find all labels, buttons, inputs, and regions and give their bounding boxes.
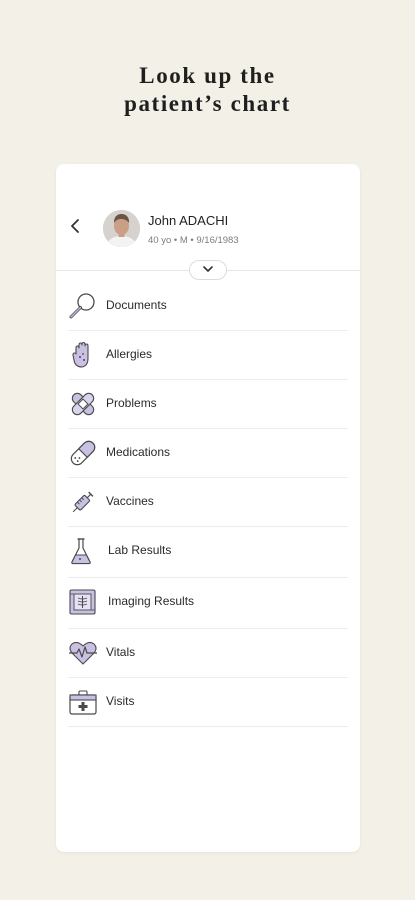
bandages-icon xyxy=(71,392,95,416)
menu-item-label: Vitals xyxy=(106,645,136,659)
menu-item-vitals[interactable]: Vitals xyxy=(68,629,348,678)
medical-case-icon xyxy=(69,690,97,715)
pill-icon xyxy=(70,440,96,466)
syringe-icon xyxy=(72,491,94,513)
patient-header: John ADACHI 40 yo • M • 9/16/1983 xyxy=(56,164,360,271)
menu-item-label: Lab Results xyxy=(108,543,172,557)
menu-item-medications[interactable]: Medications xyxy=(68,429,348,478)
menu-item-vaccines[interactable]: Vaccines xyxy=(68,478,348,527)
patient-info: 40 yo • M • 9/16/1983 xyxy=(148,235,239,246)
menu-item-label: Problems xyxy=(106,396,157,410)
chart-menu: Documents Allergies Problems Medications… xyxy=(68,282,348,727)
magnifier-icon xyxy=(69,293,95,319)
patient-name: John ADACHI xyxy=(148,213,229,228)
film-icon xyxy=(69,589,96,615)
menu-item-allergies[interactable]: Allergies xyxy=(68,331,348,380)
menu-item-label: Medications xyxy=(106,445,171,459)
menu-item-label: Documents xyxy=(106,298,167,312)
menu-item-visits[interactable]: Visits xyxy=(68,678,348,727)
flask-icon xyxy=(71,538,91,565)
heartbeat-icon xyxy=(69,641,97,665)
headline-line-2: patient’s chart xyxy=(124,91,291,116)
menu-item-label: Visits xyxy=(106,694,135,708)
menu-item-label: Vaccines xyxy=(106,494,154,508)
headline: Look up the patient’s chart xyxy=(0,62,415,118)
menu-item-imaging-results[interactable]: Imaging Results xyxy=(68,578,348,629)
back-arrow-icon[interactable] xyxy=(68,218,84,234)
menu-item-documents[interactable]: Documents xyxy=(68,282,348,331)
chevron-down-icon xyxy=(203,266,213,272)
avatar xyxy=(103,210,140,247)
headline-line-1: Look up the xyxy=(139,63,276,88)
expand-header-button[interactable] xyxy=(189,260,227,280)
menu-item-label: Imaging Results xyxy=(108,594,195,608)
hand-icon xyxy=(72,341,89,368)
menu-item-lab-results[interactable]: Lab Results xyxy=(68,527,348,578)
menu-item-label: Allergies xyxy=(106,347,153,361)
menu-item-problems[interactable]: Problems xyxy=(68,380,348,429)
patient-chart-card: John ADACHI 40 yo • M • 9/16/1983 Docume… xyxy=(56,164,360,852)
